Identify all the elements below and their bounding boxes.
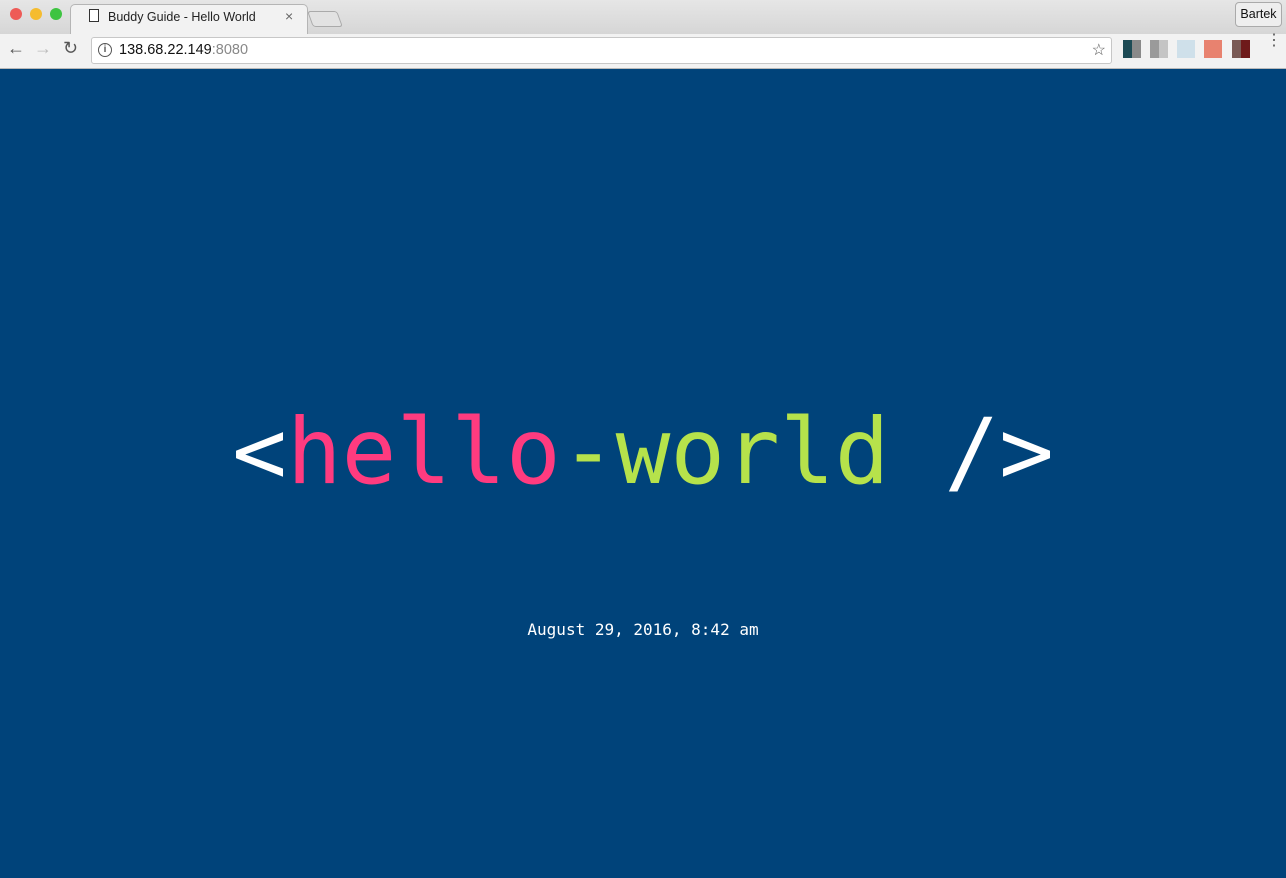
bookmark-star-icon[interactable]: ☆ <box>1092 40 1106 60</box>
url-text[interactable]: 138.68.22.149:8080 <box>119 42 248 58</box>
minimize-window-button[interactable] <box>30 8 42 20</box>
maximize-window-button[interactable] <box>50 8 62 20</box>
heading-close-bracket: /> <box>889 400 1054 505</box>
hello-world-heading: <hello-world /> <box>0 398 1286 508</box>
page-icon <box>89 9 99 22</box>
extension-icon[interactable] <box>1123 40 1141 58</box>
extension-icon[interactable] <box>1177 40 1195 58</box>
extension-icon[interactable] <box>1150 40 1168 58</box>
url-port: :8080 <box>211 42 249 58</box>
info-icon[interactable]: i <box>98 43 112 57</box>
forward-icon[interactable]: → <box>34 38 52 59</box>
tab-close-icon[interactable]: × <box>285 8 293 24</box>
menu-icon[interactable]: ⋮ <box>1266 33 1282 49</box>
back-icon[interactable]: ← <box>7 38 25 59</box>
url-host: 138.68.22.149 <box>119 42 212 58</box>
tab-title: Buddy Guide - Hello World <box>108 10 256 24</box>
browser-chrome: Buddy Guide - Hello World × Bartek ← → ↻… <box>0 0 1286 69</box>
heading-word-world: world <box>615 400 890 505</box>
heading-open-bracket: < <box>232 400 287 505</box>
extension-icon[interactable] <box>1232 40 1250 58</box>
reload-icon[interactable]: ↻ <box>63 38 78 59</box>
close-window-button[interactable] <box>10 8 22 20</box>
profile-button[interactable]: Bartek <box>1235 2 1282 27</box>
address-bar[interactable]: i 138.68.22.149:8080 ☆ <box>91 37 1112 64</box>
date-text: August 29, 2016, 8:42 am <box>527 620 759 639</box>
heading-word-hello: hello <box>286 400 561 505</box>
heading-dash: - <box>560 400 616 505</box>
extension-icon[interactable] <box>1204 40 1222 58</box>
new-tab-button[interactable] <box>307 11 343 27</box>
